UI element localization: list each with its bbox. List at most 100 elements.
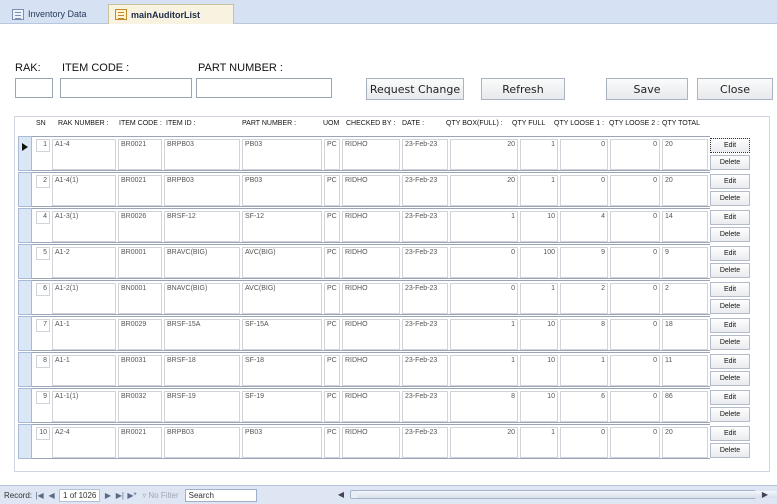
edit-button[interactable]: Edit bbox=[710, 426, 750, 441]
rak-input[interactable] bbox=[15, 78, 53, 98]
cell-qty-loose-1[interactable]: 0 bbox=[560, 139, 608, 170]
cell-uom[interactable]: PC bbox=[324, 319, 340, 350]
edit-button[interactable]: Edit bbox=[710, 210, 750, 225]
cell-qty-total[interactable]: 20 bbox=[662, 427, 708, 458]
delete-button[interactable]: Delete bbox=[710, 407, 750, 422]
cell-sn[interactable]: 8 bbox=[36, 355, 50, 368]
cell-checked-by[interactable]: RIDHO bbox=[342, 175, 400, 206]
cell-rak-number[interactable]: A1-1 bbox=[52, 319, 116, 350]
cell-qty-loose-1[interactable]: 4 bbox=[560, 211, 608, 242]
cell-qty-loose-1[interactable]: 2 bbox=[560, 283, 608, 314]
cell-qty-full[interactable]: 10 bbox=[520, 319, 558, 350]
record-selector[interactable] bbox=[18, 172, 32, 207]
cell-uom[interactable]: PC bbox=[324, 175, 340, 206]
save-button[interactable]: Save bbox=[606, 78, 688, 100]
cell-checked-by[interactable]: RIDHO bbox=[342, 319, 400, 350]
cell-qty-box-full[interactable]: 0 bbox=[450, 283, 518, 314]
cell-checked-by[interactable]: RIDHO bbox=[342, 355, 400, 386]
cell-qty-full[interactable]: 10 bbox=[520, 391, 558, 422]
cell-uom[interactable]: PC bbox=[324, 211, 340, 242]
record-selector[interactable] bbox=[18, 244, 32, 279]
record-selector[interactable] bbox=[18, 388, 32, 423]
cell-checked-by[interactable]: RIDHO bbox=[342, 391, 400, 422]
cell-part-number[interactable]: SF-15A bbox=[242, 319, 322, 350]
item-code-input[interactable] bbox=[60, 78, 192, 98]
cell-rak-number[interactable]: A1-4(1) bbox=[52, 175, 116, 206]
cell-item-code[interactable]: BR0031 bbox=[118, 355, 162, 386]
cell-item-code[interactable]: BR0021 bbox=[118, 139, 162, 170]
cell-qty-loose-1[interactable]: 0 bbox=[560, 427, 608, 458]
record-selector[interactable] bbox=[18, 280, 32, 315]
delete-button[interactable]: Delete bbox=[710, 155, 750, 170]
edit-button[interactable]: Edit bbox=[710, 282, 750, 297]
record-selector[interactable] bbox=[18, 208, 32, 243]
cell-sn[interactable]: 2 bbox=[36, 175, 50, 188]
cell-item-id[interactable]: BRSF-19 bbox=[164, 391, 240, 422]
cell-qty-full[interactable]: 10 bbox=[520, 211, 558, 242]
cell-qty-loose-2[interactable]: 0 bbox=[610, 355, 660, 386]
cell-item-code[interactable]: BR0026 bbox=[118, 211, 162, 242]
cell-qty-full[interactable]: 100 bbox=[520, 247, 558, 278]
delete-button[interactable]: Delete bbox=[710, 191, 750, 206]
cell-rak-number[interactable]: A1-3(1) bbox=[52, 211, 116, 242]
cell-date[interactable]: 23-Feb-23 bbox=[402, 139, 448, 170]
cell-rak-number[interactable]: A1-2(1) bbox=[52, 283, 116, 314]
delete-button[interactable]: Delete bbox=[710, 443, 750, 458]
record-selector-arrow-icon[interactable] bbox=[18, 136, 32, 171]
cell-item-id[interactable]: BNAVC(BIG) bbox=[164, 283, 240, 314]
new-record-icon[interactable]: ▶* bbox=[127, 491, 136, 500]
cell-date[interactable]: 23-Feb-23 bbox=[402, 283, 448, 314]
cell-qty-total[interactable]: 2 bbox=[662, 283, 708, 314]
cell-qty-loose-2[interactable]: 0 bbox=[610, 139, 660, 170]
cell-date[interactable]: 23-Feb-23 bbox=[402, 355, 448, 386]
cell-item-id[interactable]: BRSF-15A bbox=[164, 319, 240, 350]
cell-qty-loose-1[interactable]: 1 bbox=[560, 355, 608, 386]
cell-part-number[interactable]: PB03 bbox=[242, 139, 322, 170]
cell-item-code[interactable]: BR0021 bbox=[118, 175, 162, 206]
cell-part-number[interactable]: AVC(BIG) bbox=[242, 247, 322, 278]
cell-sn[interactable]: 9 bbox=[36, 391, 50, 404]
cell-sn[interactable]: 1 bbox=[36, 139, 50, 152]
cell-qty-full[interactable]: 1 bbox=[520, 427, 558, 458]
scroll-thumb[interactable] bbox=[357, 491, 777, 498]
cell-part-number[interactable]: SF-19 bbox=[242, 391, 322, 422]
delete-button[interactable]: Delete bbox=[710, 227, 750, 242]
cell-date[interactable]: 23-Feb-23 bbox=[402, 427, 448, 458]
cell-sn[interactable]: 4 bbox=[36, 211, 50, 224]
cell-sn[interactable]: 5 bbox=[36, 247, 50, 260]
edit-button[interactable]: Edit bbox=[710, 318, 750, 333]
record-selector[interactable] bbox=[18, 424, 32, 459]
record-position-field[interactable]: 1 of 1026 bbox=[59, 488, 101, 502]
cell-qty-total[interactable]: 86 bbox=[662, 391, 708, 422]
cell-uom[interactable]: PC bbox=[324, 355, 340, 386]
next-record-icon[interactable]: ▶ bbox=[103, 491, 112, 500]
cell-qty-full[interactable]: 10 bbox=[520, 355, 558, 386]
cell-qty-total[interactable]: 20 bbox=[662, 139, 708, 170]
cell-checked-by[interactable]: RIDHO bbox=[342, 139, 400, 170]
cell-sn[interactable]: 6 bbox=[36, 283, 50, 296]
cell-rak-number[interactable]: A2-4 bbox=[52, 427, 116, 458]
last-record-icon[interactable]: ▶| bbox=[115, 491, 124, 500]
cell-sn[interactable]: 10 bbox=[36, 427, 50, 440]
scroll-left-icon[interactable]: ◀ bbox=[336, 489, 346, 500]
cell-qty-total[interactable]: 9 bbox=[662, 247, 708, 278]
cell-qty-box-full[interactable]: 8 bbox=[450, 391, 518, 422]
cell-qty-loose-1[interactable]: 6 bbox=[560, 391, 608, 422]
cell-part-number[interactable]: SF-12 bbox=[242, 211, 322, 242]
first-record-icon[interactable]: |◀ bbox=[35, 491, 44, 500]
cell-date[interactable]: 23-Feb-23 bbox=[402, 211, 448, 242]
request-change-button[interactable]: Request Change bbox=[366, 78, 464, 100]
record-selector[interactable] bbox=[18, 352, 32, 387]
cell-part-number[interactable]: AVC(BIG) bbox=[242, 283, 322, 314]
cell-qty-box-full[interactable]: 0 bbox=[450, 247, 518, 278]
cell-qty-full[interactable]: 1 bbox=[520, 139, 558, 170]
cell-uom[interactable]: PC bbox=[324, 247, 340, 278]
cell-qty-full[interactable]: 1 bbox=[520, 175, 558, 206]
edit-button[interactable]: Edit bbox=[710, 354, 750, 369]
cell-qty-loose-2[interactable]: 0 bbox=[610, 211, 660, 242]
cell-qty-loose-2[interactable]: 0 bbox=[610, 319, 660, 350]
cell-qty-loose-1[interactable]: 0 bbox=[560, 175, 608, 206]
horizontal-scrollbar[interactable]: ◀ ▶ bbox=[336, 489, 777, 500]
delete-button[interactable]: Delete bbox=[710, 371, 750, 386]
cell-item-id[interactable]: BRPB03 bbox=[164, 175, 240, 206]
